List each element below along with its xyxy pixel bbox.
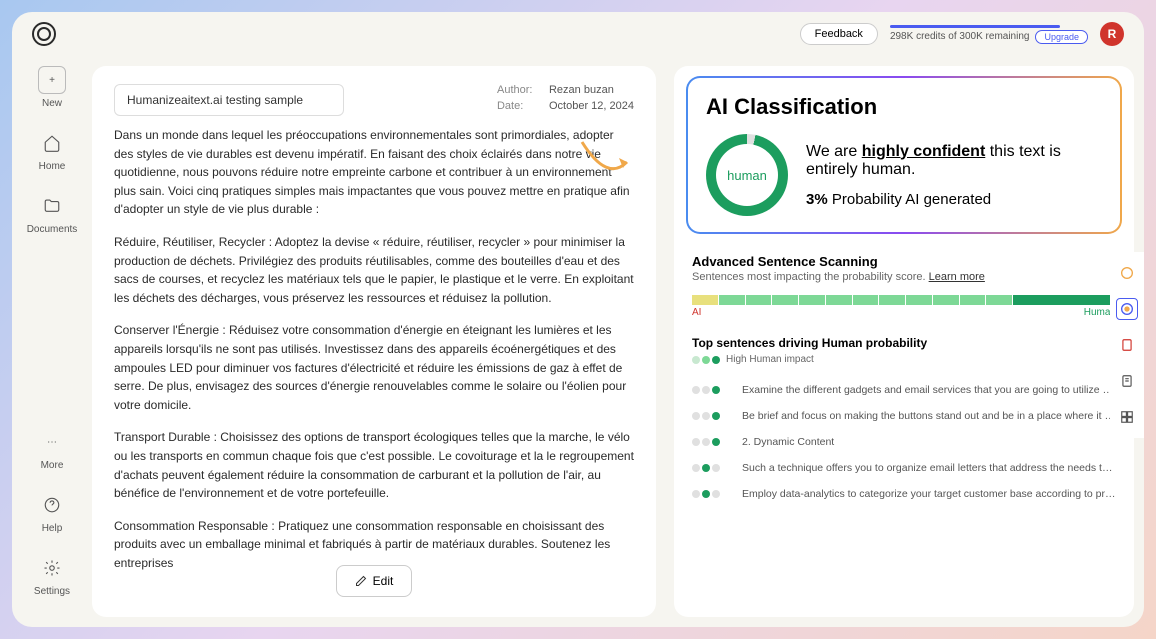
tool-grid-icon[interactable] [1116, 406, 1138, 428]
pencil-icon [355, 575, 367, 587]
sidebar-item-help[interactable]: Help [38, 491, 66, 534]
author-value: Rezan buzan [549, 84, 614, 96]
scan-label-ai: AI [692, 307, 701, 318]
sidebar-label-new: New [42, 98, 62, 109]
learn-more-link[interactable]: Learn more [929, 271, 985, 283]
document-body: Dans un monde dans lequel les préoccupat… [92, 126, 656, 617]
sentence-row[interactable]: 2. Dynamic Content [692, 429, 1116, 455]
human-gauge: human [706, 134, 788, 216]
date-value: October 12, 2024 [549, 100, 634, 112]
plus-icon: + [38, 66, 66, 94]
author-label: Author: [497, 84, 537, 96]
sidebar-item-documents[interactable]: Documents [27, 192, 78, 235]
sidebar-label-documents: Documents [27, 224, 78, 235]
impact-legend: High Human impact [692, 354, 1116, 365]
date-label: Date: [497, 100, 537, 112]
credits-bar [890, 25, 1060, 28]
folder-icon [38, 192, 66, 220]
app-logo-icon[interactable] [32, 22, 56, 46]
sidebar-item-new[interactable]: + New [38, 66, 66, 109]
upgrade-button[interactable]: Upgrade [1035, 30, 1088, 44]
sidebar-item-home[interactable]: Home [38, 129, 66, 172]
credits-display: 298K credits of 300K remaining Upgrade [890, 25, 1088, 44]
paragraph: Réduire, Réutiliser, Recycler : Adoptez … [114, 233, 634, 307]
avatar[interactable]: R [1100, 22, 1124, 46]
classification-title: AI Classification [706, 94, 1102, 120]
sentence-row[interactable]: Such a technique offers you to organize … [692, 455, 1116, 481]
advanced-scan-subtitle: Sentences most impacting the probability… [692, 271, 1116, 283]
sidebar: + New Home Documents ⋯ More [12, 56, 92, 627]
home-icon [38, 129, 66, 157]
tool-scan-icon[interactable] [1116, 262, 1138, 284]
sentence-row[interactable]: Examine the different gadgets and email … [692, 377, 1116, 403]
classification-card: AI Classification human We are highly co… [686, 76, 1122, 234]
paragraph: Transport Durable : Choisissez des optio… [114, 428, 634, 502]
paragraph: Conserver l'Énergie : Réduisez votre con… [114, 321, 634, 414]
advanced-scan-title: Advanced Sentence Scanning [692, 254, 1116, 269]
edit-label: Edit [373, 574, 394, 588]
gauge-label: human [727, 168, 767, 183]
top-sentences-title: Top sentences driving Human probability [692, 336, 1116, 350]
tool-classify-icon[interactable] [1116, 298, 1138, 320]
confidence-line: We are highly confident this text is ent… [806, 143, 1102, 179]
edit-button[interactable]: Edit [336, 565, 413, 597]
sidebar-item-settings[interactable]: Settings [34, 554, 70, 597]
sidebar-label-home: Home [39, 161, 66, 172]
sidebar-item-more[interactable]: ⋯ More [38, 428, 66, 471]
sidebar-label-more: More [41, 460, 64, 471]
more-icon: ⋯ [38, 428, 66, 456]
credits-text: 298K credits of 300K remaining [890, 31, 1030, 42]
feedback-button[interactable]: Feedback [800, 23, 878, 45]
document-panel: Author: Rezan buzan Date: October 12, 20… [92, 66, 656, 617]
tool-document-icon[interactable] [1116, 334, 1138, 356]
help-icon [38, 491, 66, 519]
tool-note-icon[interactable] [1116, 370, 1138, 392]
document-title-input[interactable] [114, 84, 344, 116]
paragraph: Dans un monde dans lequel les préoccupat… [114, 126, 634, 219]
sidebar-label-help: Help [42, 523, 63, 534]
gear-icon [38, 554, 66, 582]
scan-bar [692, 295, 1116, 305]
sentence-row[interactable]: Employ data-analytics to categorize your… [692, 481, 1116, 507]
results-panel: AI Classification human We are highly co… [674, 66, 1134, 617]
probability-line: 3% Probability AI generated [806, 191, 1102, 208]
topbar: Feedback 298K credits of 300K remaining … [12, 12, 1144, 56]
tool-rail [1110, 252, 1144, 438]
sidebar-label-settings: Settings [34, 586, 70, 597]
sentence-row[interactable]: Be brief and focus on making the buttons… [692, 403, 1116, 429]
